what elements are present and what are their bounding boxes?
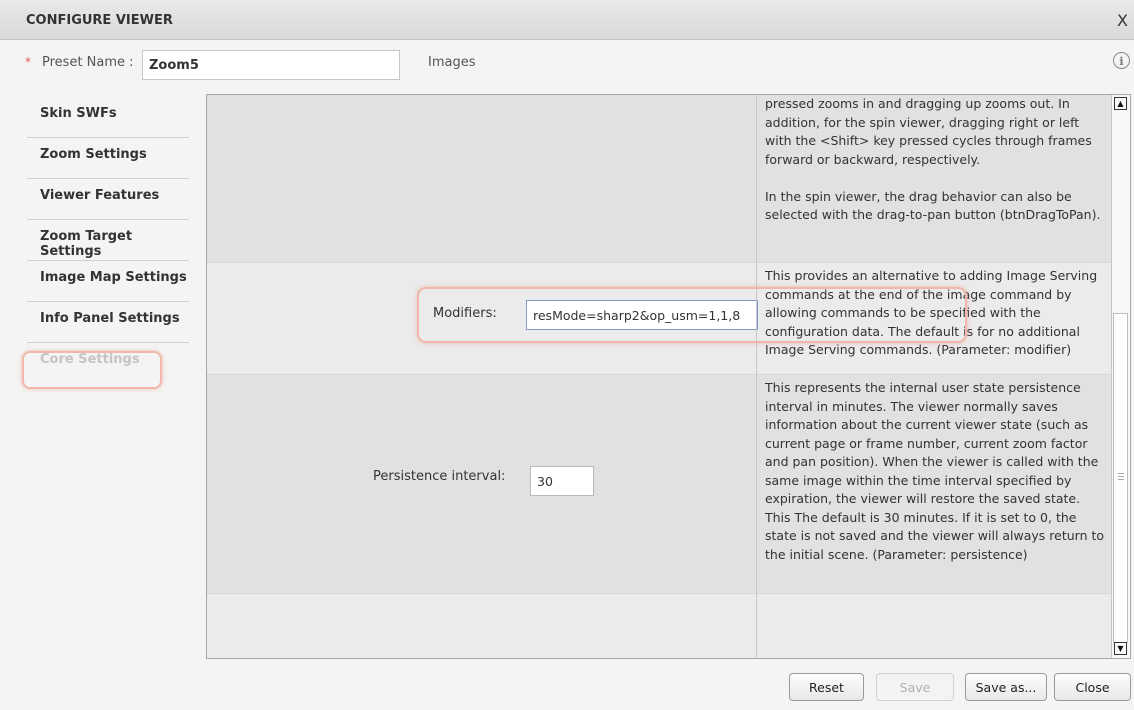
save-button[interactable]: Save [876, 673, 954, 701]
window-title: CONFIGURE VIEWER [26, 13, 173, 28]
persistence-input[interactable] [530, 466, 594, 496]
empty-row [207, 594, 1111, 658]
drag-behavior-description: pressed zooms in and dragging up zooms o… [765, 96, 1101, 222]
scroll-down-arrow-icon[interactable]: ▼ [1114, 642, 1127, 655]
close-button[interactable]: Close [1054, 673, 1131, 701]
column-divider [756, 95, 757, 658]
scroll-up-arrow-icon[interactable]: ▲ [1114, 97, 1127, 110]
nav-info-panel-settings[interactable]: Info Panel Settings [27, 302, 189, 343]
nav-zoom-settings[interactable]: Zoom Settings [27, 138, 189, 179]
modifiers-row: Modifiers: This provides an alternative … [207, 263, 1111, 375]
modifiers-label: Modifiers: [433, 306, 497, 321]
nav-skin-swfs[interactable]: Skin SWFs [27, 97, 189, 138]
info-icon[interactable]: i [1113, 52, 1130, 69]
nav-image-map-settings[interactable]: Image Map Settings [27, 261, 189, 302]
grip-icon [1118, 473, 1124, 474]
persistence-description: This represents the internal user state … [765, 380, 1105, 562]
reset-button[interactable]: Reset [789, 673, 864, 701]
modifiers-description: This provides an alternative to adding I… [765, 268, 1098, 357]
scrollbar-thumb[interactable] [1113, 313, 1128, 643]
settings-nav: Skin SWFs Zoom Settings Viewer Features … [27, 97, 189, 384]
preset-name-input[interactable] [142, 50, 400, 80]
nav-viewer-features[interactable]: Viewer Features [27, 179, 189, 220]
vertical-scrollbar[interactable]: ▲ ▼ [1111, 95, 1130, 658]
title-bar: CONFIGURE VIEWER X [0, 0, 1134, 40]
images-label: Images [428, 55, 476, 70]
settings-panel: pressed zooms in and dragging up zooms o… [206, 94, 1131, 659]
persistence-label: Persistence interval: [373, 469, 506, 484]
preset-row: * Preset Name : Images i [0, 40, 1134, 90]
required-mark: * [25, 55, 31, 69]
save-as-button[interactable]: Save as... [965, 673, 1047, 701]
nav-zoom-target-settings[interactable]: Zoom Target Settings [27, 220, 189, 261]
modifiers-input[interactable] [526, 300, 758, 330]
persistence-row: Persistence interval: This represents th… [207, 375, 1111, 594]
close-window-button[interactable]: X [1117, 11, 1128, 30]
drag-behavior-row: pressed zooms in and dragging up zooms o… [207, 95, 1111, 263]
preset-name-label: Preset Name : [42, 55, 134, 70]
nav-core-settings[interactable]: Core Settings [27, 343, 189, 384]
